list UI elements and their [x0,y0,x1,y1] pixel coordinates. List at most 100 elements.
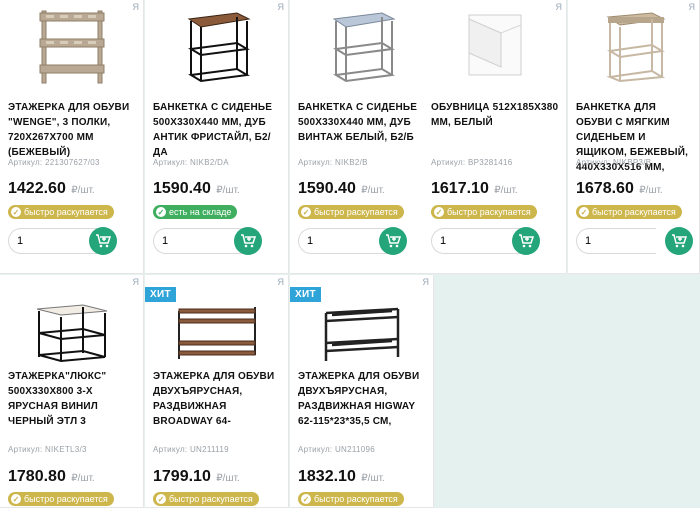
product-image[interactable] [290,289,433,379]
add-to-cart-button[interactable] [512,227,540,255]
product-image[interactable] [290,0,433,90]
status-badge: ✓ быстро раскупается [298,205,404,219]
price-value: 1678.60 [576,180,634,197]
check-icon: ✓ [579,207,589,217]
product-article: Артикул: BP3281416 [431,158,513,167]
product-article: Артикул: NIKETL3/3 [8,445,87,454]
check-icon: ✓ [11,207,21,217]
bench-antique-oak-image [187,12,251,83]
status-badge: ✓ есть на складе [153,205,238,219]
price-value: 1617.10 [431,180,489,197]
product-image[interactable] [145,287,288,377]
yandex-mark: Я [277,277,285,287]
product-image[interactable] [145,0,288,90]
check-icon: ✓ [301,494,311,504]
check-icon: ✓ [156,207,166,217]
product-price: 1799.10 ₽/шт. [153,468,240,486]
check-icon: ✓ [11,494,21,504]
price-value: 1422.60 [8,180,66,197]
status-badge: ✓ быстро раскупается [431,205,537,219]
price-unit: ₽/шт. [361,185,385,196]
badge-label: быстро раскупается [314,494,398,504]
add-to-cart-icon [519,234,534,248]
product-price: 1678.60 ₽/шт. [576,180,663,198]
quantity-input[interactable] [431,228,521,254]
add-to-cart-icon [96,234,111,248]
status-badge: ✓ быстро раскупается [153,492,259,506]
yandex-mark: Я [132,2,140,12]
product-article: Артикул: 221307627/03 [8,158,100,167]
bench-soft-seat-beige-image [605,12,666,83]
status-badge: ✓ быстро раскупается [8,492,114,506]
badge-label: быстро раскупается [24,207,108,217]
product-article: Артикул: NIKB2/B [298,158,368,167]
product-title[interactable]: Этажерка"Люкс" 500х330х800 3-х ярусная в… [8,369,137,429]
status-badge: ✓ быстро раскупается [576,205,682,219]
product-title[interactable]: Этажерка для обуви двухъярусная, раздвиж… [298,369,427,429]
badge-label: быстро раскупается [24,494,108,504]
add-to-cart-icon [241,234,256,248]
yandex-mark: Я [422,277,430,287]
price-unit: ₽/шт. [71,185,95,196]
product-article: Артикул: UN211096 [298,445,376,454]
price-value: 1590.40 [153,180,211,197]
price-unit: ₽/шт. [216,185,240,196]
quantity-input[interactable] [153,228,243,254]
badge-label: есть на складе [169,207,232,217]
product-image[interactable] [0,0,143,90]
product-article: Артикул: UN211119 [153,445,229,454]
price-unit: ₽/шт. [71,473,95,484]
price-value: 1590.40 [298,180,356,197]
price-value: 1832.10 [298,468,356,485]
yandex-mark: Я [277,2,285,12]
badge-label: быстро раскупается [169,494,253,504]
product-card[interactable]: Я Этажерка для обуви "WENGE", 3 полки, 7… [0,0,144,274]
product-title[interactable]: Банкетка с сиденье 500х330х440 мм, дуб в… [298,100,427,145]
price-value: 1780.80 [8,468,66,485]
add-to-cart-button[interactable] [379,227,407,255]
shoe-rack-wenge-image [39,10,104,84]
yandex-mark: Я [132,277,140,287]
product-title[interactable]: Обувница 512х185х380 мм, белый [431,100,560,130]
yandex-mark: Я [555,2,563,12]
product-card[interactable]: Я Банкетка для обуви с мягким сиденьем и… [568,0,700,274]
product-title[interactable]: Банкетка с сиденье 500х330х440 мм, дуб а… [153,100,282,160]
product-title[interactable]: Этажерка для обуви "WENGE", 3 полки, 720… [8,100,137,160]
shoe-rack-lux-image [36,304,107,363]
check-icon: ✓ [156,494,166,504]
product-card[interactable]: Я Этажерка"Люкс" 500х330х800 3-х ярусная… [0,275,144,508]
yandex-mark: Я [688,2,696,12]
product-price: 1832.10 ₽/шт. [298,468,385,486]
add-to-cart-icon [672,234,687,248]
product-title[interactable]: Этажерка для обуви двухъярусная, раздвиж… [153,369,282,429]
add-to-cart-button[interactable] [234,227,262,255]
shoe-cabinet-white-image [468,14,521,76]
price-unit: ₽/шт. [216,473,240,484]
shoe-rack-broadway-image [177,307,256,359]
bench-vintage-white-image [332,12,396,83]
product-image[interactable] [423,0,566,90]
status-badge: ✓ быстро раскупается [8,205,114,219]
product-card[interactable]: ХИТ Я Этажерка для обуви двухъярусная, р… [145,275,289,508]
quantity-input[interactable] [298,228,388,254]
product-image[interactable] [0,285,143,375]
product-card[interactable]: Я Банкетка с сиденье 500х330х440 мм, дуб… [145,0,289,274]
product-image[interactable] [568,0,699,90]
shoe-rack-higway-image [324,307,399,361]
add-to-cart-button[interactable] [665,227,693,255]
status-badge: ✓ быстро раскупается [298,492,404,506]
quantity-input[interactable] [8,228,98,254]
price-unit: ₽/шт. [639,185,663,196]
product-price: 1422.60 ₽/шт. [8,180,95,198]
product-card[interactable]: ХИТ Я Этажерка для обуви двухъярусная, р… [290,275,434,508]
badge-label: быстро раскупается [592,207,676,217]
product-card[interactable]: Я Банкетка с сиденье 500х330х440 мм, дуб… [290,0,434,274]
product-price: 1617.10 ₽/шт. [431,180,518,198]
add-to-cart-button[interactable] [89,227,117,255]
badge-label: быстро раскупается [314,207,398,217]
price-unit: ₽/шт. [494,185,518,196]
quantity-input[interactable] [576,228,656,254]
product-card[interactable]: Я Обувница 512х185х380 мм, белый Артикул… [423,0,567,274]
check-icon: ✓ [301,207,311,217]
price-value: 1799.10 [153,468,211,485]
